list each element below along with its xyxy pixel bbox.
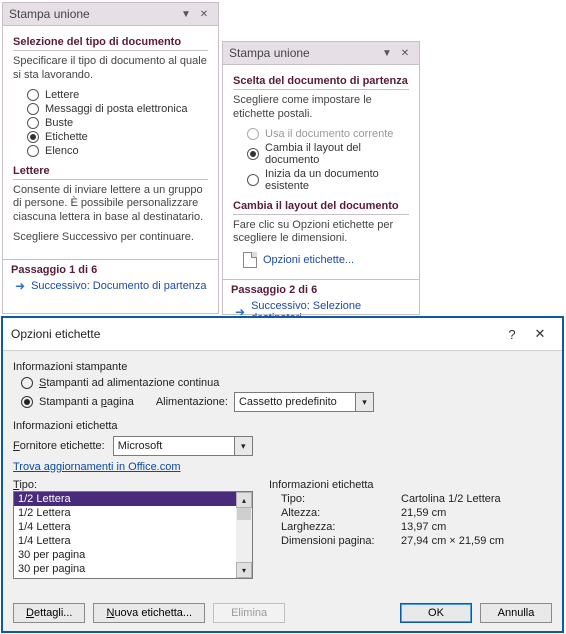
doc-type-elenco[interactable]: Elenco (27, 145, 208, 157)
list-item[interactable]: 30 per pagina (14, 562, 252, 576)
printer-info-group: Informazioni stampante (13, 361, 552, 373)
pane1-body: Selezione del tipo di documento Specific… (3, 26, 218, 259)
chevron-down-icon: ▾ (355, 393, 373, 411)
doc-type-email[interactable]: Messaggi di posta elettronica (27, 103, 208, 115)
start-doc-current: Usa il documento corrente (247, 128, 409, 140)
doc-type-etichette[interactable]: Etichette (27, 131, 208, 143)
radio-icon (27, 131, 39, 143)
new-label-button[interactable]: Nuova etichetta... (93, 603, 205, 623)
pane1-header: Stampa unione ▼ ✕ (3, 3, 218, 26)
pane1-info-title: Lettere (13, 165, 208, 180)
cancel-button[interactable]: Annulla (480, 603, 552, 623)
label-info-title: Informazioni etichetta (269, 479, 552, 491)
scrollbar[interactable]: ▴ ▾ (236, 492, 252, 578)
pane1-info-desc: Consente di inviare lettere a un gruppo … (13, 184, 208, 225)
pane2-title: Stampa unione (229, 46, 377, 60)
radio-icon (27, 89, 39, 101)
printer-page[interactable]: Stampanti a pagina Alimentazione: Casset… (21, 392, 552, 412)
radio-icon (247, 174, 259, 186)
doc-type-lettere[interactable]: Lettere (27, 89, 208, 101)
pane1-section-title: Selezione del tipo di documento (13, 36, 208, 51)
dropdown-icon[interactable]: ▼ (178, 6, 194, 22)
label-options-link[interactable]: Opzioni etichette... (243, 252, 409, 268)
list-item[interactable]: 1/2 Lettera (14, 492, 252, 506)
dialog-titlebar: Opzioni etichette ? ✕ (3, 318, 562, 351)
radio-icon (27, 145, 39, 157)
list-item[interactable]: 1/2 Lettera (14, 506, 252, 520)
feed-label: Alimentazione: (156, 396, 228, 408)
pane1-desc: Specificare il tipo di documento al qual… (13, 55, 208, 83)
label-info-group: Informazioni etichetta (13, 420, 552, 432)
doc-type-buste[interactable]: Buste (27, 117, 208, 129)
task-pane-step2: Stampa unione ▼ ✕ Scelta del documento d… (222, 41, 420, 315)
close-icon[interactable]: ✕ (526, 324, 554, 344)
radio-icon (247, 148, 259, 160)
pane2-step: Passaggio 2 di 6 (231, 284, 411, 296)
pane2-section-title: Scelta del documento di partenza (233, 75, 409, 90)
printer-continuous[interactable]: Stampanti ad alimentazione continua (21, 377, 552, 389)
scroll-down-icon[interactable]: ▾ (236, 562, 252, 578)
dropdown-icon[interactable]: ▼ (379, 45, 395, 61)
pane1-title: Stampa unione (9, 7, 176, 21)
find-updates-link[interactable]: Trova aggiornamenti in Office.com (13, 461, 181, 473)
pane2-desc: Scegliere come impostare le etichette po… (233, 94, 409, 122)
pane2-body: Scelta del documento di partenza Sceglie… (223, 65, 419, 279)
vendor-label: Fornitore etichette: (13, 440, 105, 452)
dialog-title: Opzioni etichette (11, 327, 498, 341)
chevron-down-icon: ▾ (234, 437, 252, 455)
radio-icon (247, 128, 259, 140)
pane2-sub-title: Cambia il layout del documento (233, 200, 409, 215)
radio-icon (21, 377, 33, 389)
label-vendor-select[interactable]: Microsoft ▾ (113, 436, 253, 456)
pane1-next-link[interactable]: ➜ Successivo: Documento di partenza (11, 280, 210, 292)
list-item[interactable]: 1/4 Lettera (14, 534, 252, 548)
help-icon[interactable]: ? (498, 324, 526, 344)
dialog-button-row: Dettagli... Nuova etichetta... Elimina O… (13, 603, 552, 623)
scroll-up-icon[interactable]: ▴ (236, 492, 252, 508)
list-item[interactable]: 30 per pagina (14, 548, 252, 562)
ok-button[interactable]: OK (400, 603, 472, 623)
task-pane-step1: Stampa unione ▼ ✕ Selezione del tipo di … (2, 2, 219, 314)
scroll-thumb[interactable] (237, 508, 251, 520)
close-icon[interactable]: ✕ (397, 45, 413, 61)
arrow-right-icon: ➜ (15, 280, 25, 292)
pane1-step: Passaggio 1 di 6 (11, 264, 210, 276)
type-label: Tipo: (13, 479, 253, 491)
close-icon[interactable]: ✕ (196, 6, 212, 22)
radio-icon (21, 396, 33, 408)
details-button[interactable]: Dettagli... (13, 603, 85, 623)
radio-icon (27, 103, 39, 115)
feed-tray-select[interactable]: Cassetto predefinito ▾ (234, 392, 374, 412)
label-options-dialog: Opzioni etichette ? ✕ Informazioni stamp… (1, 316, 564, 633)
dialog-body: Informazioni stampante Stampanti ad alim… (3, 351, 562, 585)
pane2-header: Stampa unione ▼ ✕ (223, 42, 419, 65)
list-item[interactable]: 1/4 Lettera (14, 520, 252, 534)
document-icon (243, 252, 257, 268)
label-type-listbox[interactable]: 1/2 Lettera 1/2 Lettera 1/4 Lettera 1/4 … (13, 491, 253, 579)
pane2-sub-desc: Fare clic su Opzioni etichette per scegl… (233, 219, 409, 247)
pane1-info-hint: Scegliere Successivo per continuare. (13, 231, 208, 245)
printer-continuous-label: Stampanti ad alimentazione continua (39, 377, 219, 389)
start-doc-existing[interactable]: Inizia da un documento esistente (247, 168, 409, 192)
pane1-footer: Passaggio 1 di 6 ➜ Successivo: Documento… (3, 259, 218, 298)
printer-page-label: Stampanti a pagina (39, 396, 134, 408)
delete-button: Elimina (213, 603, 285, 623)
start-doc-change-layout[interactable]: Cambia il layout del documento (247, 142, 409, 166)
label-info-table: Tipo:Cartolina 1/2 Lettera Altezza:21,59… (281, 493, 552, 547)
radio-icon (27, 117, 39, 129)
